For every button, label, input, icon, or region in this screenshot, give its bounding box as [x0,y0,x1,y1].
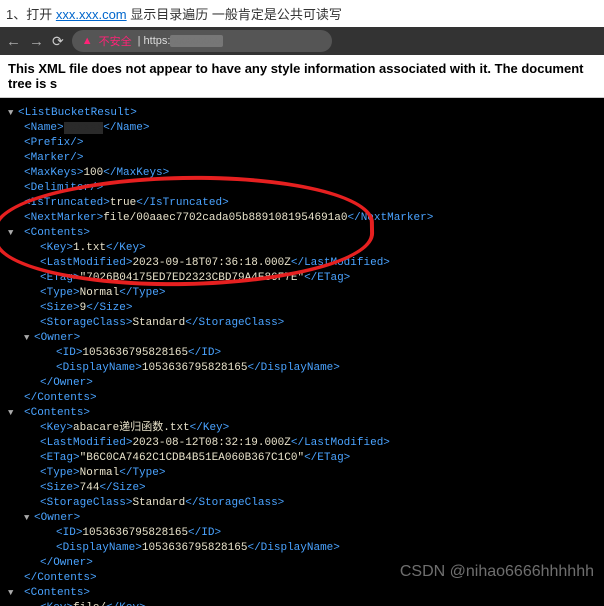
instruction-prefix: 1、打开 [6,7,56,22]
xml-line: <Delimiter/> [8,181,600,196]
xml-line: <ETag>"B6C0CA7462C1CDB4B51EA060B367C1C0"… [8,451,600,466]
xml-line: <ID>1053636795828165</ID> [8,346,600,361]
reload-button[interactable]: ⟳ [52,33,64,50]
xml-line: <Marker/> [8,151,600,166]
xml-info-banner: This XML file does not appear to have an… [0,55,604,98]
xml-line: ▼<Owner> [8,511,600,526]
xml-source-view: ▼<ListBucketResult> <Name>xxxxxx</Name> … [0,98,604,606]
browser-toolbar: ← → ⟳ ▲ 不安全 | https:/xxxxxxxxx [0,27,604,55]
back-button[interactable]: ← [6,33,21,50]
xml-line: <LastModified>2023-08-12T08:32:19.000Z</… [8,436,600,451]
example-url-link[interactable]: xxx.xxx.com [56,7,127,22]
instruction-suffix: 显示目录遍历 一般肯定是公共可读写 [127,7,342,22]
xml-line: <MaxKeys>100</MaxKeys> [8,166,600,181]
xml-line: <DisplayName>1053636795828165</DisplayNa… [8,541,600,556]
xml-line: <Name>xxxxxx</Name> [8,121,600,136]
xml-line: <DisplayName>1053636795828165</DisplayNa… [8,361,600,376]
xml-line: <IsTruncated>true</IsTruncated> [8,196,600,211]
xml-line: ▼<Contents> [8,226,600,241]
xml-line: <Type>Normal</Type> [8,286,600,301]
xml-line: <Key>abacare递归函数.txt</Key> [8,421,600,436]
url-scheme: | https:/xxxxxxxxx [138,35,223,47]
xml-line: <LastModified>2023-09-18T07:36:18.000Z</… [8,256,600,271]
xml-line: ▼<ListBucketResult> [8,106,600,121]
xml-line: </Owner> [8,376,600,391]
xml-line: <Size>9</Size> [8,301,600,316]
xml-line: <Prefix/> [8,136,600,151]
xml-line: ▼<Contents> [8,406,600,421]
xml-line: <StorageClass>Standard</StorageClass> [8,316,600,331]
xml-line: <Key>1.txt</Key> [8,241,600,256]
address-bar[interactable]: ▲ 不安全 | https:/xxxxxxxxx [72,30,332,52]
xml-line: <Type>Normal</Type> [8,466,600,481]
xml-line: ▼<Contents> [8,586,600,601]
xml-line: </Contents> [8,571,600,586]
xml-line: <ID>1053636795828165</ID> [8,526,600,541]
xml-line: </Owner> [8,556,600,571]
insecure-icon: ▲ [82,35,93,47]
xml-line: <Key>file/</Key> [8,601,600,606]
xml-line: ▼<Owner> [8,331,600,346]
xml-line: <NextMarker>file/00aaec7702cada05b889108… [8,211,600,226]
insecure-label: 不安全 [99,33,132,49]
xml-line: <Size>744</Size> [8,481,600,496]
instruction-line: 1、打开 xxx.xxx.com 显示目录遍历 一般肯定是公共可读写 [0,0,604,27]
xml-line: <StorageClass>Standard</StorageClass> [8,496,600,511]
xml-line: </Contents> [8,391,600,406]
xml-line: <ETag>"7026B04175ED7ED2323CBD79A4E86F7E"… [8,271,600,286]
forward-button[interactable]: → [29,33,44,50]
